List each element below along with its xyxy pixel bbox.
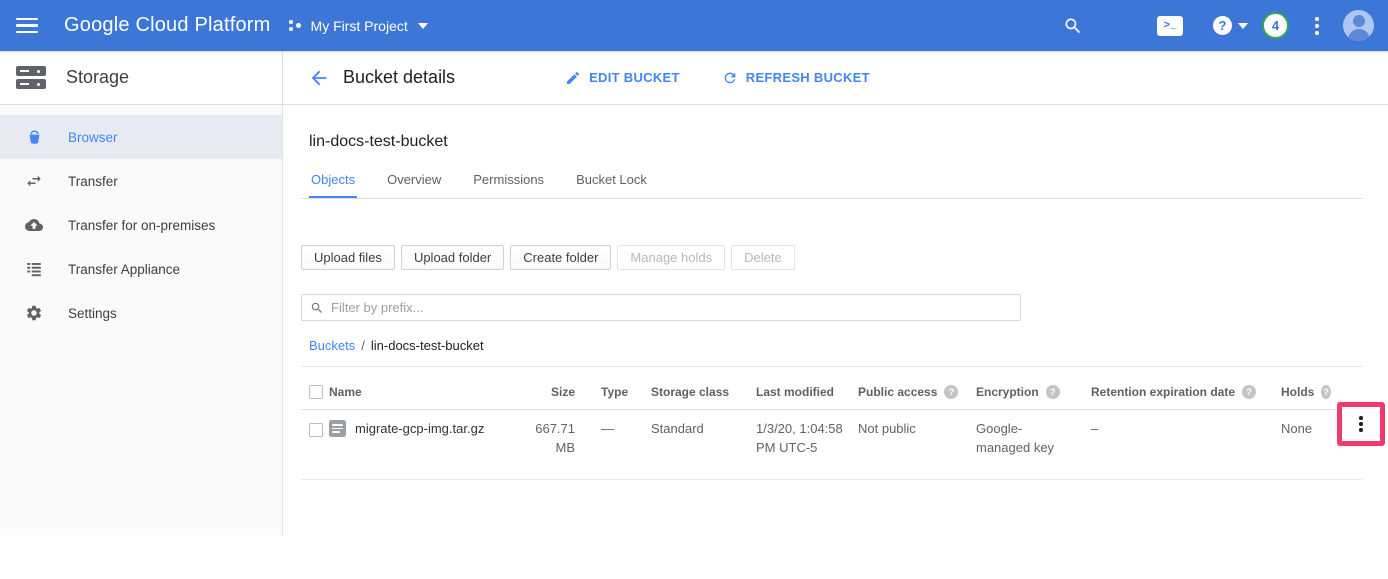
- service-title: Storage: [66, 67, 129, 88]
- tab-overview[interactable]: Overview: [385, 166, 443, 198]
- chevron-down-icon: [1238, 23, 1248, 29]
- main-content: lin-docs-test-bucket Objects Overview Pe…: [283, 105, 1388, 535]
- edit-bucket-button[interactable]: EDIT BUCKET: [565, 70, 680, 86]
- row-checkbox[interactable]: [309, 423, 323, 437]
- cell-retention: –: [1091, 420, 1281, 439]
- table-row: migrate-gcp-img.tar.gz 667.71 MB — Stand…: [301, 410, 1362, 480]
- sidebar-nav: Browser Transfer Transfer for on-premise…: [0, 105, 283, 535]
- project-picker[interactable]: My First Project: [289, 18, 428, 34]
- cell-size: 667.71 MB: [529, 420, 583, 458]
- column-header-type[interactable]: Type: [583, 385, 651, 399]
- list-lines-icon: [24, 259, 44, 279]
- bucket-icon: [24, 127, 44, 147]
- question-circle-icon: ?: [1213, 16, 1232, 35]
- project-name: My First Project: [311, 18, 408, 34]
- sidebar-item-transfer[interactable]: Transfer: [0, 159, 282, 203]
- bucket-name-title: lin-docs-test-bucket: [309, 133, 1363, 151]
- cell-storage-class: Standard: [651, 420, 756, 439]
- table-header-row: Name Size Type Storage class Last modifi…: [301, 367, 1362, 410]
- tab-objects[interactable]: Objects: [309, 166, 357, 198]
- breadcrumb-buckets-link[interactable]: Buckets: [309, 338, 355, 353]
- sidebar-item-label: Transfer for on-premises: [68, 218, 215, 233]
- gear-icon: [24, 303, 44, 323]
- tab-bucket-lock[interactable]: Bucket Lock: [574, 166, 649, 198]
- column-header-name[interactable]: Name: [329, 385, 529, 399]
- delete-button[interactable]: Delete: [731, 245, 795, 270]
- sidebar-item-label: Transfer: [68, 174, 118, 189]
- cell-type: —: [583, 420, 651, 439]
- cell-last-modified: 1/3/20, 1:04:58 PM UTC-5: [756, 420, 844, 458]
- help-menu[interactable]: ?: [1213, 16, 1248, 35]
- tab-permissions[interactable]: Permissions: [471, 166, 546, 198]
- file-icon: [329, 420, 346, 437]
- cloud-shell-icon[interactable]: >_: [1157, 16, 1183, 36]
- cell-public-access: Not public: [858, 420, 976, 439]
- column-header-last-modified[interactable]: Last modified: [756, 385, 858, 399]
- avatar[interactable]: [1343, 10, 1374, 41]
- sidebar-item-label: Browser: [68, 130, 118, 145]
- annotation-highlight: [1337, 402, 1385, 446]
- object-toolbar: Upload files Upload folder Create folder…: [301, 245, 1363, 270]
- sidebar-item-transfer-appliance[interactable]: Transfer Appliance: [0, 247, 282, 291]
- storage-service-icon: [16, 66, 46, 89]
- select-all-checkbox[interactable]: [309, 385, 323, 399]
- project-icon: [289, 18, 303, 34]
- help-icon[interactable]: ?: [1046, 385, 1060, 399]
- pencil-icon: [565, 70, 581, 86]
- sidebar-item-label: Transfer Appliance: [68, 262, 180, 277]
- column-header-encryption[interactable]: Encryption?: [976, 385, 1091, 399]
- sidebar-item-transfer-on-premises[interactable]: Transfer for on-premises: [0, 203, 282, 247]
- more-options-icon[interactable]: [1311, 13, 1323, 39]
- cloud-upload-icon: [24, 215, 44, 235]
- page-title: Bucket details: [343, 67, 455, 88]
- search-icon[interactable]: [1063, 16, 1083, 36]
- manage-holds-button[interactable]: Manage holds: [617, 245, 725, 270]
- breadcrumb-current: lin-docs-test-bucket: [371, 338, 484, 353]
- filter-input-container: [301, 294, 1021, 321]
- chevron-down-icon: [418, 23, 428, 29]
- refresh-bucket-button[interactable]: REFRESH BUCKET: [722, 70, 870, 86]
- bucket-tabs: Objects Overview Permissions Bucket Lock: [301, 166, 1363, 199]
- help-icon[interactable]: ?: [1242, 385, 1256, 399]
- filter-input[interactable]: [331, 300, 1012, 315]
- column-header-storage-class[interactable]: Storage class: [651, 385, 756, 399]
- column-header-retention[interactable]: Retention expiration date?: [1091, 385, 1281, 399]
- refresh-icon: [722, 70, 738, 86]
- upload-folder-button[interactable]: Upload folder: [401, 245, 504, 270]
- sidebar-item-browser[interactable]: Browser: [0, 115, 282, 159]
- column-header-public-access[interactable]: Public access?: [858, 385, 976, 399]
- row-actions-menu-button[interactable]: [1355, 412, 1367, 436]
- column-header-holds[interactable]: Holds?: [1281, 385, 1331, 399]
- cell-encryption: Google-managed key: [976, 420, 1064, 458]
- back-arrow-icon[interactable]: [308, 67, 330, 89]
- upload-files-button[interactable]: Upload files: [301, 245, 395, 270]
- help-icon[interactable]: ?: [1321, 385, 1331, 399]
- objects-table: Name Size Type Storage class Last modifi…: [301, 367, 1362, 480]
- create-folder-button[interactable]: Create folder: [510, 245, 611, 270]
- column-header-size[interactable]: Size: [529, 385, 583, 399]
- secondary-header: Storage Bucket details EDIT BUCKET REFRE…: [0, 51, 1388, 105]
- product-logo[interactable]: Google Cloud Platform: [64, 14, 271, 37]
- sidebar-item-label: Settings: [68, 306, 117, 321]
- top-app-bar: Google Cloud Platform My First Project >…: [0, 0, 1388, 51]
- cell-holds: None: [1281, 420, 1331, 439]
- help-icon[interactable]: ?: [944, 385, 958, 399]
- sidebar-item-settings[interactable]: Settings: [0, 291, 282, 335]
- hamburger-menu-icon[interactable]: [16, 12, 44, 40]
- object-name-link[interactable]: migrate-gcp-img.tar.gz: [355, 420, 484, 439]
- magnifier-icon: [310, 301, 324, 315]
- notification-badge[interactable]: 4: [1262, 12, 1289, 39]
- breadcrumb: Buckets/lin-docs-test-bucket: [301, 338, 1363, 353]
- swap-arrows-icon: [24, 171, 44, 191]
